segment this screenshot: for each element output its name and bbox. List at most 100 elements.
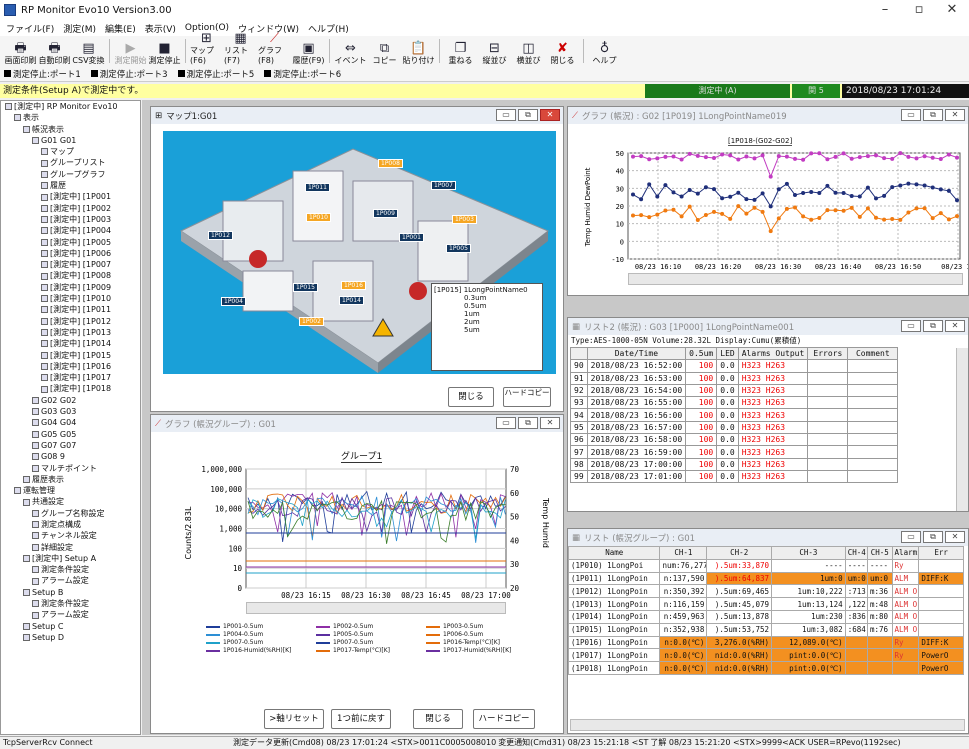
axis-reset-button[interactable]: >軸リセット bbox=[264, 709, 324, 729]
tree-item[interactable]: G07 G07 bbox=[1, 440, 140, 451]
table-row[interactable]: 97 2018/08/23 16:59:00 100 0.0 H323 H263 bbox=[570, 445, 899, 459]
table-row[interactable]: 90 2018/08/23 16:52:00 100 0.0 H323 H263 bbox=[570, 359, 899, 373]
print-screen-button[interactable]: 🖶 画面印刷 bbox=[4, 41, 37, 66]
tree-item[interactable]: 帳況表示 bbox=[1, 124, 140, 135]
map-point-label[interactable]: 1P012 bbox=[208, 231, 233, 240]
map-point-label[interactable]: 1P009 bbox=[373, 209, 398, 218]
cascade-button[interactable]: ❐ 重ねる bbox=[444, 41, 477, 66]
table-row[interactable]: 93 2018/08/23 16:55:00 100 0.0 H323 H263 bbox=[570, 396, 899, 410]
minimize-icon[interactable]: ▭ bbox=[496, 417, 516, 429]
table-row[interactable]: 92 2018/08/23 16:54:00 100 0.0 H323 H263 bbox=[570, 383, 899, 398]
copy-button[interactable]: ⧉ コピー bbox=[368, 41, 401, 66]
tree-item[interactable]: 共通設定 bbox=[1, 496, 140, 507]
tree-item[interactable]: マルチポイント bbox=[1, 463, 140, 474]
tree-item[interactable]: アラーム設定 bbox=[1, 609, 140, 620]
menu-edit[interactable]: 編集(E) bbox=[105, 22, 136, 35]
map-button[interactable]: ⊞ マップ(F6) bbox=[190, 31, 223, 66]
tree-item[interactable]: 測定条件設定 bbox=[1, 598, 140, 609]
list-column-header[interactable]: Errors bbox=[807, 346, 849, 361]
tree-item[interactable]: 表示 bbox=[1, 112, 140, 123]
undo-zoom-button[interactable]: 1つ前に戻す bbox=[331, 709, 391, 729]
tile-horizontal-button[interactable]: ◫ 横並び bbox=[512, 41, 545, 66]
minimize-icon[interactable]: ▭ bbox=[901, 531, 921, 543]
tree-item[interactable]: [測定中] [1P004 bbox=[1, 225, 140, 236]
close-icon[interactable]: ✕ bbox=[540, 109, 560, 121]
map-point-label[interactable]: 1P002 bbox=[299, 317, 324, 326]
table-row[interactable]: 94 2018/08/23 16:56:00 100 0.0 H323 H263 bbox=[570, 408, 899, 422]
map-point-label[interactable]: 1P003 bbox=[452, 215, 477, 224]
group-column-header[interactable]: CH-1 bbox=[659, 546, 708, 560]
maximize-icon[interactable]: ▫ bbox=[902, 0, 936, 20]
group-column-header[interactable]: Alarms bbox=[891, 546, 920, 560]
tree-item[interactable]: 測定点構成 bbox=[1, 519, 140, 530]
close-all-button[interactable]: ✘ 閉じる bbox=[546, 41, 579, 66]
table-row[interactable]: 95 2018/08/23 16:57:00 100 0.0 H323 H263 bbox=[570, 420, 899, 435]
table-row[interactable]: (1P016) 1LongPoin n:0.0(℃) 3,276.0(%RH) 12,… bbox=[568, 635, 964, 650]
table-row[interactable]: (1P017) 1LongPoin n:0.0(℃) nid:0.0(%RH) pin… bbox=[568, 648, 964, 663]
minimize-icon[interactable]: ▭ bbox=[496, 109, 516, 121]
start-button[interactable]: ▶ 測定開始 bbox=[114, 41, 147, 66]
restore-icon[interactable]: ⧉ bbox=[923, 320, 943, 332]
tree-item[interactable]: Setup B bbox=[1, 587, 140, 598]
graph-button[interactable]: ⟋ グラフ(F8) bbox=[258, 31, 291, 66]
tree-item[interactable]: Setup C bbox=[1, 621, 140, 632]
tree-item[interactable]: グループ名称設定 bbox=[1, 508, 140, 519]
table-row[interactable]: 98 2018/08/23 17:00:00 100 0.0 H323 H263 bbox=[570, 457, 899, 471]
tree-item[interactable]: [測定中] [1P011 bbox=[1, 304, 140, 315]
tree-item[interactable]: チャンネル設定 bbox=[1, 530, 140, 541]
menu-file[interactable]: ファイル(F) bbox=[6, 22, 54, 35]
tree-item[interactable]: [測定中] [1P005 bbox=[1, 237, 140, 248]
tree-item[interactable]: G03 G03 bbox=[1, 406, 140, 417]
tree-item[interactable]: マップ bbox=[1, 146, 140, 157]
table-row[interactable]: (1P010) 1LongPoi num:76,277).5um:33,870 --… bbox=[568, 558, 964, 573]
close-icon[interactable]: ✕ bbox=[945, 320, 965, 332]
group-column-header[interactable]: Name bbox=[568, 546, 661, 560]
tree-item[interactable]: Setup D bbox=[1, 632, 140, 643]
csv-button[interactable]: ▤ CSV変換 bbox=[72, 41, 105, 66]
tree-item[interactable]: G04 G04 bbox=[1, 417, 140, 428]
tree-item[interactable]: 測定条件設定 bbox=[1, 564, 140, 575]
close-icon[interactable]: ✕ bbox=[945, 531, 965, 543]
tree-item[interactable]: [測定中] RP Monitor Evo10 bbox=[1, 101, 140, 112]
table-row[interactable]: (1P013) 1LongPoin n:116,159).5um:45,079 1u… bbox=[568, 597, 964, 611]
list-column-header[interactable]: LED bbox=[716, 346, 739, 361]
list-scrollbar[interactable] bbox=[956, 348, 968, 511]
map-point-label[interactable]: 1P007 bbox=[431, 181, 456, 190]
tree-item[interactable]: [測定中] [1P012 bbox=[1, 316, 140, 327]
tile-vertical-button[interactable]: ⊟ 縦並び bbox=[478, 41, 511, 66]
restore-icon[interactable]: ⧉ bbox=[518, 417, 538, 429]
tree-item[interactable]: [測定中] [1P001 bbox=[1, 191, 140, 202]
tree-item[interactable]: [測定中] [1P003 bbox=[1, 214, 140, 225]
tree-item[interactable]: グループリスト bbox=[1, 157, 140, 168]
list-button[interactable]: ▦ リスト(F7) bbox=[224, 31, 257, 66]
tree-item[interactable]: G08 9 bbox=[1, 451, 140, 462]
map-point-label[interactable]: 1P011 bbox=[305, 183, 330, 192]
map-point-label[interactable]: 1P001 bbox=[399, 233, 424, 242]
group-column-header[interactable]: CH-4 bbox=[844, 546, 869, 560]
close-icon[interactable]: ✕ bbox=[945, 109, 965, 121]
table-row[interactable]: (1P012) 1LongPoin n:350,392).5um:69,465 1u… bbox=[568, 584, 964, 599]
map-close-button[interactable]: 閉じる bbox=[448, 387, 494, 407]
list-column-header[interactable]: 0.5um bbox=[685, 346, 718, 361]
tree-item[interactable]: [測定中] [1P006 bbox=[1, 248, 140, 259]
tree-item[interactable]: アラーム設定 bbox=[1, 575, 140, 586]
menu-help[interactable]: ヘルプ(H) bbox=[308, 22, 349, 35]
tree-item[interactable]: [測定中] [1P018 bbox=[1, 383, 140, 394]
map-point-label[interactable]: 1P015 bbox=[293, 283, 318, 292]
tree-item[interactable]: [測定中] [1P015 bbox=[1, 350, 140, 361]
map-point-label[interactable]: 1P005 bbox=[446, 244, 471, 253]
tree-item[interactable]: 履歴 bbox=[1, 180, 140, 191]
menu-view[interactable]: 表示(V) bbox=[145, 22, 176, 35]
tree-item[interactable]: [測定中] [1P016 bbox=[1, 361, 140, 372]
tree-item[interactable]: [測定中] [1P014 bbox=[1, 338, 140, 349]
tree-item[interactable]: [測定中] [1P008 bbox=[1, 270, 140, 281]
group-column-header[interactable]: Err bbox=[918, 546, 964, 560]
help-button[interactable]: ♁ ヘルプ bbox=[588, 41, 621, 66]
tree-item[interactable]: G02 G02 bbox=[1, 395, 140, 406]
tree-item[interactable]: [測定中] [1P007 bbox=[1, 259, 140, 270]
graph-close-button[interactable]: 閉じる bbox=[413, 709, 463, 729]
map-point-label[interactable]: 1P016 bbox=[341, 281, 366, 290]
map-hardcopy-button[interactable]: ハードコピー bbox=[503, 387, 551, 407]
tree-item[interactable]: [測定中] [1P002 bbox=[1, 203, 140, 214]
tree-item[interactable]: 履歴表示 bbox=[1, 474, 140, 485]
